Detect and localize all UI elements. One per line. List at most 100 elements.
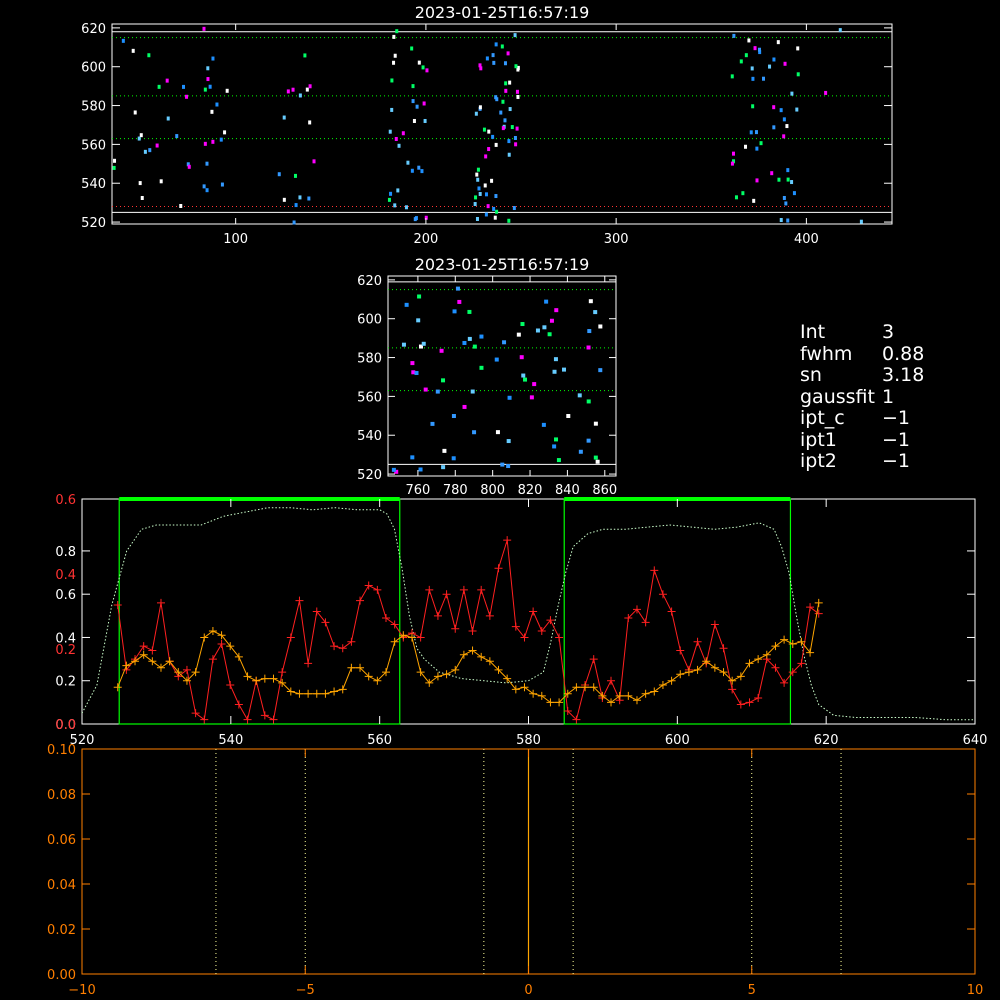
- panel2-pixel: [462, 340, 467, 345]
- panel3-orange-series-marker: [390, 637, 399, 646]
- panel1-pixel: [492, 60, 496, 65]
- panel3-orange-series-marker: [243, 672, 252, 681]
- panel1-pixel: [513, 33, 517, 38]
- panel1-pixel: [282, 115, 286, 120]
- panel1-pixel: [182, 84, 186, 89]
- panel2-x-tick-label: 760: [405, 483, 430, 498]
- panel1-pixel: [294, 203, 298, 208]
- panel2-pixel: [410, 455, 415, 460]
- panel1-pixel: [476, 167, 480, 172]
- panel1-pixel: [492, 206, 496, 211]
- panel1-pixel: [411, 99, 415, 104]
- panel2-pixel: [578, 449, 583, 454]
- panel3-red-series-marker: [278, 668, 287, 677]
- panel1-pixel: [205, 188, 209, 193]
- panel1-pixel: [420, 169, 424, 174]
- panel1-pixel: [768, 64, 772, 69]
- panel1-pixel: [503, 61, 507, 66]
- panel3-orange-series-marker: [607, 698, 616, 707]
- panel2-pixel: [506, 464, 511, 469]
- panel3-red-series-marker: [676, 646, 685, 655]
- panel1-pixel: [491, 134, 495, 139]
- panel1-pixel: [415, 104, 419, 109]
- panel3-red-series-marker: [459, 585, 468, 594]
- panel1-pixel: [490, 178, 494, 183]
- panel1-pixel: [206, 66, 210, 71]
- panel3-orange-series-marker: [304, 689, 313, 698]
- info-value-gaussfit: 1: [882, 385, 895, 408]
- panel1-pixel: [503, 118, 507, 123]
- panel1-pixel: [753, 46, 757, 51]
- panel1-pixel: [155, 143, 159, 148]
- panel1-pixel: [220, 182, 224, 187]
- panel3-y2-tick-label: 0.4: [55, 568, 76, 583]
- panel1-pixel: [411, 84, 415, 89]
- panel3-orange-series-marker: [122, 661, 131, 670]
- panel3-red-series-marker: [650, 566, 659, 575]
- panel2-pixel: [562, 367, 567, 372]
- panel1-pixel: [394, 136, 398, 141]
- panel4-x-tick-label: 0: [524, 983, 532, 998]
- panel4-y-tick-label: 0.10: [47, 743, 76, 758]
- panel1-pixel: [298, 93, 302, 98]
- panel2-pixel: [593, 455, 598, 460]
- panel3-y2-tick-label: 0.2: [55, 643, 76, 658]
- panel1-pixel: [486, 204, 490, 209]
- panel1-pixel: [730, 161, 734, 166]
- panel3-orange-series-marker: [260, 674, 269, 683]
- panel2-pixel: [542, 325, 547, 330]
- panel3-red-series-marker: [217, 639, 226, 648]
- panel3-red-series-marker: [529, 607, 538, 616]
- panel2-pixel: [416, 318, 421, 323]
- panel3-green-band: [563, 498, 792, 725]
- panel3-orange-series-marker: [658, 681, 667, 690]
- panel2-title: 2023-01-25T16:57:19: [415, 255, 590, 274]
- panel3-orange-series-marker: [330, 687, 339, 696]
- panel1-y-tick-label: 580: [81, 100, 106, 115]
- panel2-pixel: [467, 309, 472, 314]
- panel1-pixel: [507, 139, 511, 144]
- panel1-pixel: [417, 60, 421, 65]
- panel2-pixel: [549, 318, 554, 323]
- panel1-pixel: [211, 139, 215, 144]
- info-label-ipt1: ipt1: [800, 428, 837, 451]
- info-row-int: Int 3: [800, 321, 924, 344]
- panel1-pixel: [783, 61, 787, 66]
- panel1-pixel: [494, 142, 498, 147]
- panel3-red-series-marker: [607, 676, 616, 685]
- panel1-pixel: [308, 84, 312, 89]
- panel1-pixel: [779, 218, 783, 223]
- panel2-y-tick-label: 580: [357, 352, 382, 367]
- panel1-pixel: [501, 99, 505, 104]
- panel3-x-tick-label: 640: [963, 733, 988, 748]
- panel2-y-tick-label: 520: [357, 468, 382, 483]
- panel2-pixel: [462, 404, 467, 409]
- panel3-orange-series-marker: [200, 633, 209, 642]
- panel2-frame: [387, 275, 617, 477]
- panel3-red-series-marker: [338, 644, 347, 653]
- panel1-x-tick-label: 300: [604, 232, 629, 247]
- panel3-red-series-marker: [503, 536, 512, 545]
- panel3-orange-series-marker: [156, 663, 165, 672]
- info-row-ipt1: ipt1 −1: [800, 428, 924, 452]
- panel1-pixel: [165, 78, 169, 83]
- panel1-pixel: [417, 165, 421, 170]
- panel1-pixel: [824, 90, 828, 95]
- panel1-pixel: [859, 219, 863, 224]
- panel3-red-series-marker: [295, 596, 304, 605]
- panel1-y-tick-label: 520: [81, 216, 106, 231]
- panel3-orange-series-marker: [433, 672, 442, 681]
- panel3-orange-series-marker: [572, 683, 581, 692]
- panel1-pixel: [795, 107, 799, 112]
- panel1-pixel: [739, 59, 743, 64]
- panel1-pixel: [484, 192, 488, 197]
- panel3-red-series-marker: [382, 613, 391, 622]
- panel1-pixel: [754, 130, 758, 135]
- panel2-pixel: [441, 465, 446, 470]
- panel4-y-tick-label: 0.06: [47, 833, 76, 848]
- panel1-pixel: [504, 81, 508, 86]
- panel1-pixel: [175, 134, 179, 139]
- panel1-x-tick-label: 200: [413, 232, 438, 247]
- panel2-pixel: [588, 299, 593, 304]
- info-row-ipt2: ipt2 −1: [800, 450, 924, 473]
